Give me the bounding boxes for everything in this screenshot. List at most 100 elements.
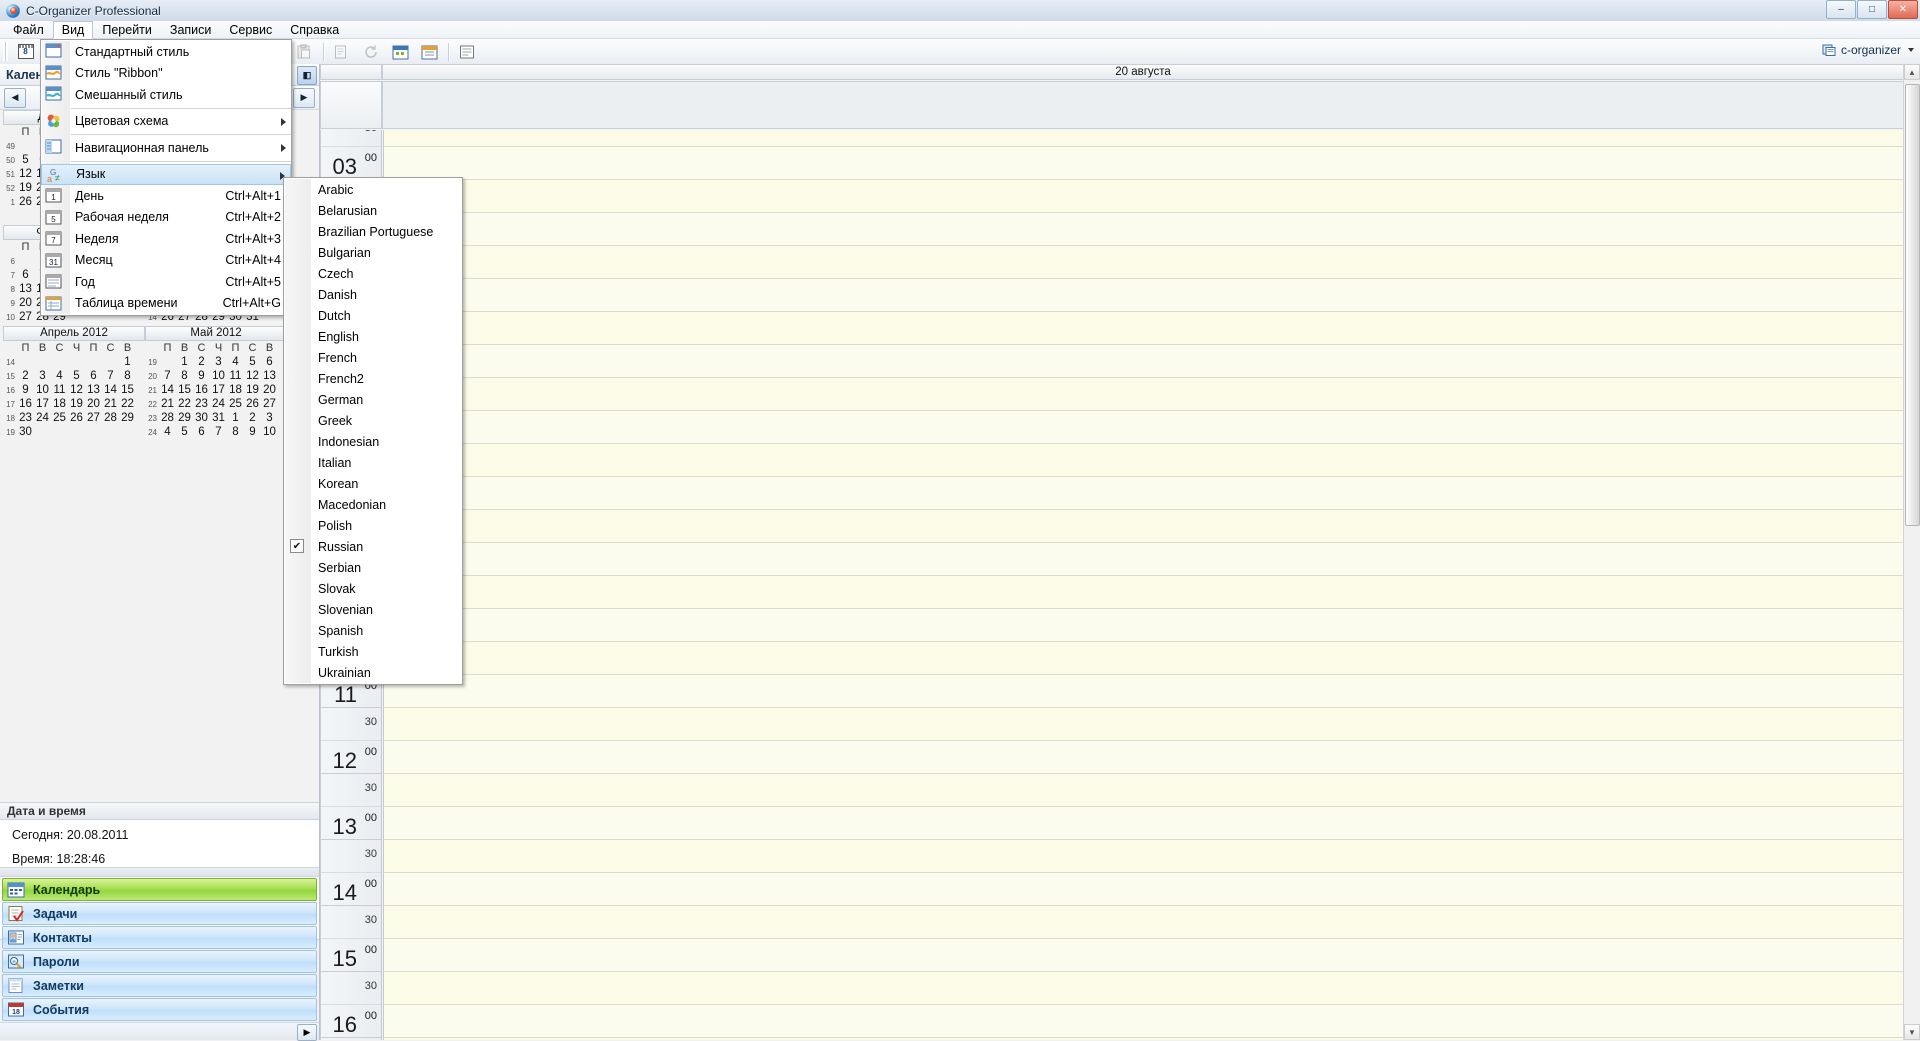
mini-calendar-day[interactable]: 11 bbox=[227, 370, 244, 382]
time-slot[interactable] bbox=[384, 378, 1904, 411]
time-slot[interactable] bbox=[384, 1005, 1904, 1038]
time-slot[interactable] bbox=[384, 576, 1904, 609]
mini-calendar-day[interactable]: 3 bbox=[34, 370, 51, 382]
view-menu-item-month-view[interactable]: 31 Месяц Ctrl+Alt+4 bbox=[41, 250, 291, 272]
language-menu-item[interactable]: Greek bbox=[284, 410, 462, 431]
mini-calendar-day[interactable]: 7 bbox=[210, 426, 227, 438]
mini-calendar-day[interactable]: 13 bbox=[17, 283, 34, 295]
language-menu-item[interactable]: Indonesian bbox=[284, 431, 462, 452]
language-menu-item[interactable]: Danish bbox=[284, 284, 462, 305]
mini-calendar[interactable]: Май 2012 П В С Ч П С В 19 1 2 3 4 5 6 20 7 8 9 10 11 12 13 21 14… bbox=[145, 326, 287, 439]
mini-calendar-day[interactable]: 13 bbox=[261, 370, 278, 382]
mini-calendar-day[interactable]: 3 bbox=[210, 356, 227, 368]
mini-calendar-day[interactable]: 3 bbox=[261, 412, 278, 424]
mini-calendar-day[interactable]: 12 bbox=[68, 384, 85, 396]
view-menu-item-nav-panel[interactable]: Навигационная панель bbox=[41, 137, 291, 159]
mini-calendar-day[interactable]: 6 bbox=[193, 426, 210, 438]
mini-calendar-day[interactable]: 25 bbox=[227, 398, 244, 410]
mini-calendar-day[interactable]: 22 bbox=[176, 398, 193, 410]
next-month-button[interactable]: ▶ bbox=[293, 87, 315, 108]
navigation-expand-button[interactable]: ▶ bbox=[297, 1024, 317, 1041]
nav-button-заметки[interactable]: Заметки bbox=[2, 974, 317, 997]
mini-calendar-day[interactable]: 21 bbox=[102, 398, 119, 410]
menu-goto[interactable]: Перейти bbox=[93, 21, 161, 39]
language-menu-item[interactable]: Turkish bbox=[284, 641, 462, 662]
mini-calendar-day[interactable]: 5 bbox=[68, 370, 85, 382]
all-day-area[interactable] bbox=[382, 81, 1904, 129]
time-slot[interactable] bbox=[384, 130, 1904, 147]
mini-calendar-day[interactable]: 10 bbox=[210, 370, 227, 382]
mini-calendar-day[interactable]: 31 bbox=[210, 412, 227, 424]
mini-calendar-day[interactable]: 30 bbox=[17, 426, 34, 438]
profile-chevron-down-icon[interactable] bbox=[1908, 48, 1914, 52]
mini-calendar-day[interactable]: 29 bbox=[119, 412, 136, 424]
mini-calendar-day[interactable]: 19 bbox=[68, 398, 85, 410]
language-menu-item[interactable]: Macedonian bbox=[284, 494, 462, 515]
view-menu-item-week-view[interactable]: 7 Неделя Ctrl+Alt+3 bbox=[41, 228, 291, 250]
mini-calendar-day[interactable]: 15 bbox=[176, 384, 193, 396]
time-slot[interactable] bbox=[384, 708, 1904, 741]
scrollbar-thumb[interactable] bbox=[1905, 84, 1920, 526]
view-menu-item-color-scheme[interactable]: Цветовая схема bbox=[41, 111, 291, 133]
scroll-down-button[interactable]: ▼ bbox=[1904, 1024, 1920, 1040]
vertical-scrollbar[interactable]: ▲ ▼ bbox=[1903, 64, 1920, 1040]
time-slot[interactable] bbox=[384, 180, 1904, 213]
mini-calendar-day[interactable]: 9 bbox=[193, 370, 210, 382]
mini-calendar-day[interactable]: 8 bbox=[227, 426, 244, 438]
time-slot[interactable] bbox=[384, 147, 1904, 180]
mini-calendar-day[interactable]: 22 bbox=[119, 398, 136, 410]
time-slot[interactable] bbox=[384, 510, 1904, 543]
mini-calendar-day[interactable]: 4 bbox=[159, 426, 176, 438]
time-slot[interactable] bbox=[384, 279, 1904, 312]
refresh-button[interactable] bbox=[358, 40, 385, 63]
language-menu-item[interactable]: ✔ Russian bbox=[284, 536, 462, 557]
menu-file[interactable]: Файл bbox=[4, 21, 53, 39]
time-slot[interactable] bbox=[384, 774, 1904, 807]
mini-calendar-day[interactable]: 26 bbox=[17, 196, 34, 208]
mini-calendar-day[interactable]: 17 bbox=[34, 398, 51, 410]
mini-calendar-day[interactable]: 25 bbox=[51, 412, 68, 424]
mini-calendar-day[interactable]: 24 bbox=[34, 412, 51, 424]
mini-calendar-day[interactable]: 10 bbox=[261, 426, 278, 438]
time-slot[interactable] bbox=[384, 213, 1904, 246]
language-menu-item[interactable]: Korean bbox=[284, 473, 462, 494]
language-menu-item[interactable]: English bbox=[284, 326, 462, 347]
language-menu-item[interactable]: Dutch bbox=[284, 305, 462, 326]
time-slot[interactable] bbox=[384, 906, 1904, 939]
time-slot[interactable] bbox=[384, 972, 1904, 1005]
time-slot[interactable] bbox=[384, 246, 1904, 279]
language-menu-item[interactable]: Polish bbox=[284, 515, 462, 536]
view-menu-item-timetable[interactable]: Таблица времени Ctrl+Alt+G bbox=[41, 293, 291, 315]
prev-month-button[interactable]: ◀ bbox=[4, 87, 26, 108]
language-menu-item[interactable]: Brazilian Portuguese bbox=[284, 221, 462, 242]
nav-button-контакты[interactable]: Контакты bbox=[2, 926, 317, 949]
language-menu-item[interactable]: Serbian bbox=[284, 557, 462, 578]
mini-calendar-day[interactable]: 2 bbox=[17, 370, 34, 382]
mini-calendar-day[interactable]: 28 bbox=[102, 412, 119, 424]
mini-calendar-day[interactable]: 6 bbox=[17, 269, 34, 281]
mini-calendar-day[interactable]: 4 bbox=[227, 356, 244, 368]
mini-calendar-day[interactable]: 20 bbox=[17, 297, 34, 309]
left-panel-collapse-button[interactable]: ◧ bbox=[297, 66, 317, 85]
mini-calendar-day[interactable]: 9 bbox=[17, 384, 34, 396]
time-slot[interactable] bbox=[384, 741, 1904, 774]
nav-button-календарь[interactable]: Календарь bbox=[2, 878, 317, 901]
close-button[interactable]: ✕ bbox=[1888, 0, 1918, 19]
language-menu-item[interactable]: Slovak bbox=[284, 578, 462, 599]
mini-calendar-day[interactable]: 6 bbox=[85, 370, 102, 382]
time-slot[interactable] bbox=[384, 312, 1904, 345]
time-slot[interactable] bbox=[384, 444, 1904, 477]
list-view-button[interactable] bbox=[329, 40, 356, 63]
time-slot[interactable] bbox=[384, 411, 1904, 444]
language-menu-item[interactable]: Arabic bbox=[284, 179, 462, 200]
menu-service[interactable]: Сервис bbox=[220, 21, 281, 39]
maximize-button[interactable]: □ bbox=[1857, 0, 1887, 19]
time-slot[interactable] bbox=[384, 939, 1904, 972]
mini-calendar-day[interactable]: 1 bbox=[119, 356, 136, 368]
calendar-toolbar-icon[interactable]: 8 bbox=[12, 40, 39, 63]
mini-calendar-day[interactable]: 6 bbox=[261, 356, 278, 368]
mini-calendar-day[interactable]: 24 bbox=[210, 398, 227, 410]
view-menu-item-day-view[interactable]: 1 День Ctrl+Alt+1 bbox=[41, 185, 291, 207]
mini-calendar-day[interactable]: 19 bbox=[244, 384, 261, 396]
language-menu-item[interactable]: German bbox=[284, 389, 462, 410]
